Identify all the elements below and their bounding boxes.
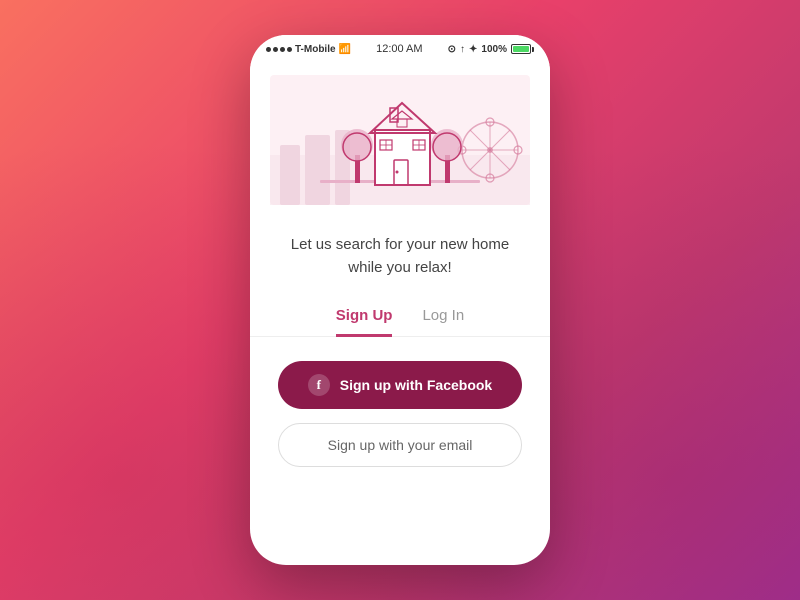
facebook-button-label: Sign up with Facebook [340, 377, 492, 393]
battery-tip [532, 47, 534, 52]
house-illustration [270, 75, 530, 205]
battery-body [511, 44, 531, 54]
battery-percent: 100% [481, 44, 507, 55]
signal-dots [266, 47, 292, 52]
tab-login[interactable]: Log In [422, 307, 464, 337]
status-left: T-Mobile 📶 [266, 44, 351, 55]
signal-dot-1 [266, 47, 271, 52]
tagline-container: Let us search for your new home while yo… [250, 222, 550, 291]
location-icon: ⊙ [448, 44, 456, 55]
phone-frame: T-Mobile 📶 12:00 AM ⊙ ↑ ✦ 100% [250, 35, 550, 565]
status-bar: T-Mobile 📶 12:00 AM ⊙ ↑ ✦ 100% [250, 35, 550, 59]
status-time: 12:00 AM [376, 43, 422, 55]
tab-signup[interactable]: Sign Up [336, 307, 393, 337]
battery-indicator [511, 44, 534, 54]
email-button-label: Sign up with your email [328, 437, 473, 453]
arrow-icon: ↑ [460, 44, 465, 55]
buttons-area: f Sign up with Facebook Sign up with you… [250, 337, 550, 565]
facebook-signup-button[interactable]: f Sign up with Facebook [278, 361, 522, 409]
email-signup-button[interactable]: Sign up with your email [278, 423, 522, 467]
bluetooth-icon: ✦ [469, 44, 477, 55]
battery-fill [513, 46, 529, 52]
illustration-area [250, 59, 550, 222]
signal-dot-2 [273, 47, 278, 52]
status-right: ⊙ ↑ ✦ 100% [448, 44, 534, 55]
signal-dot-3 [280, 47, 285, 52]
auth-tabs: Sign Up Log In [250, 291, 550, 337]
signal-dot-4 [287, 47, 292, 52]
facebook-icon: f [308, 374, 330, 396]
tagline-text: Let us search for your new home while yo… [280, 234, 520, 279]
wifi-icon: 📶 [339, 44, 351, 55]
carrier-label: T-Mobile [295, 44, 336, 55]
